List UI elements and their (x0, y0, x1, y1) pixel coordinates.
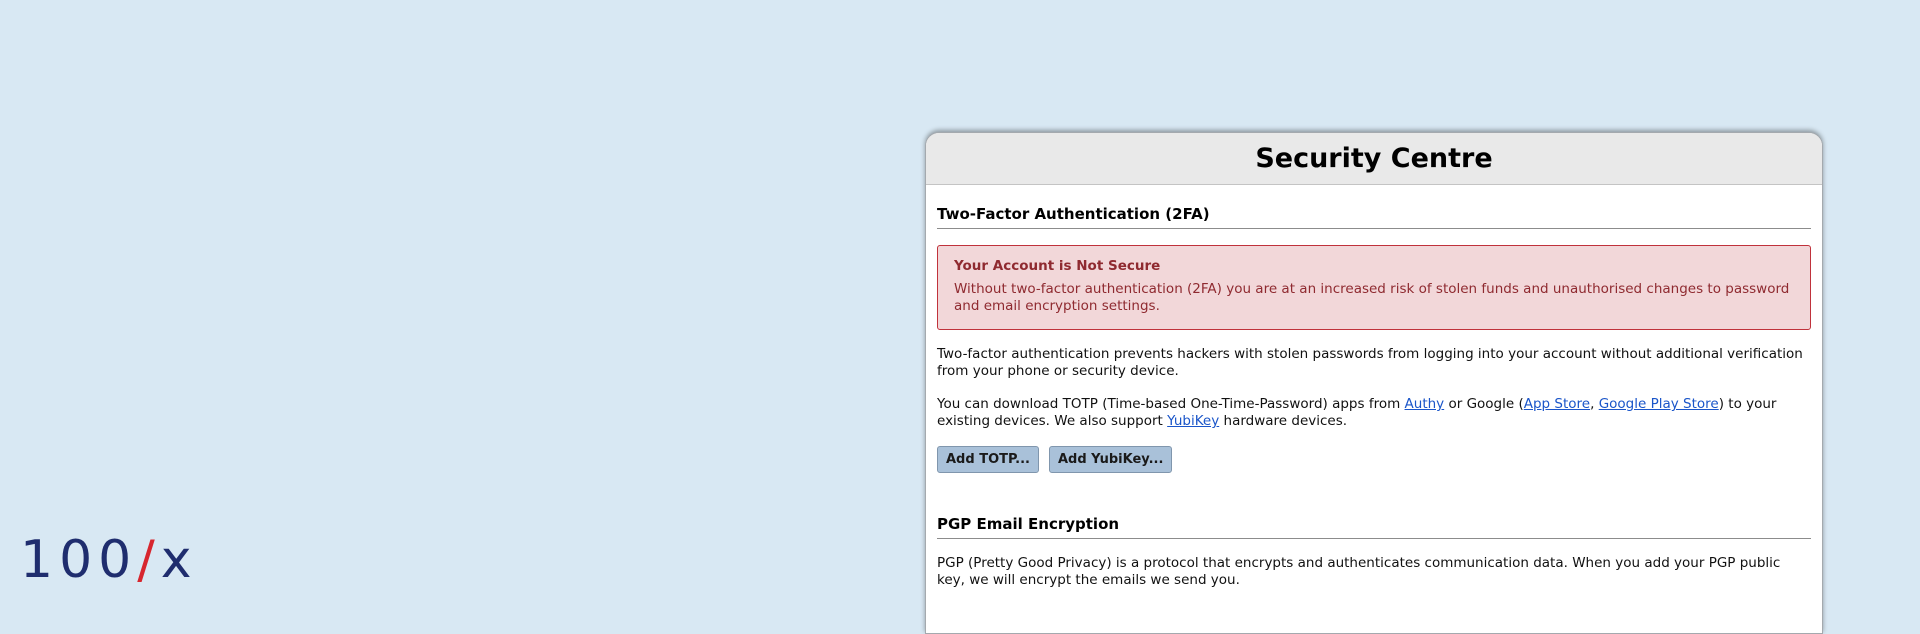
yubikey-link[interactable]: YubiKey (1167, 413, 1219, 429)
app-store-link[interactable]: App Store (1524, 396, 1590, 412)
security-centre-panel: Security Centre Two-Factor Authenticatio… (925, 132, 1823, 634)
comma-separator: , (1590, 396, 1599, 412)
hardware-text: hardware devices. (1219, 413, 1348, 429)
insecure-account-alert: Your Account is Not Secure Without two-f… (937, 245, 1811, 330)
two-factor-intro: Two-factor authentication prevents hacke… (937, 346, 1803, 379)
two-factor-heading: Two-Factor Authentication (2FA) (937, 185, 1811, 229)
authy-link[interactable]: Authy (1405, 396, 1445, 412)
pgp-description: PGP (Pretty Good Privacy) is a protocol … (937, 555, 1781, 588)
download-prefix: You can download TOTP (Time-based One-Ti… (937, 396, 1405, 412)
pgp-heading: PGP Email Encryption (937, 495, 1811, 539)
page-title: Security Centre (1255, 143, 1493, 174)
totp-download-text: You can download TOTP (Time-based One-Ti… (937, 396, 1811, 430)
two-factor-actions: Add TOTP... Add YubiKey... (937, 446, 1811, 473)
panel-header: Security Centre (926, 133, 1822, 185)
google-text: or Google ( (1444, 396, 1524, 412)
google-play-store-link[interactable]: Google Play Store (1599, 396, 1719, 412)
alert-text: Without two-factor authentication (2FA) … (954, 281, 1790, 314)
logo-digits: 100 (20, 530, 138, 590)
brand-logo: 100/x (20, 530, 198, 590)
logo-slash: / (137, 530, 161, 590)
logo-letter: x (160, 530, 198, 590)
add-totp-button[interactable]: Add TOTP... (937, 446, 1039, 473)
add-yubikey-button[interactable]: Add YubiKey... (1048, 446, 1173, 473)
alert-title: Your Account is Not Secure (954, 258, 1161, 274)
panel-body: Two-Factor Authentication (2FA) Your Acc… (926, 185, 1822, 589)
